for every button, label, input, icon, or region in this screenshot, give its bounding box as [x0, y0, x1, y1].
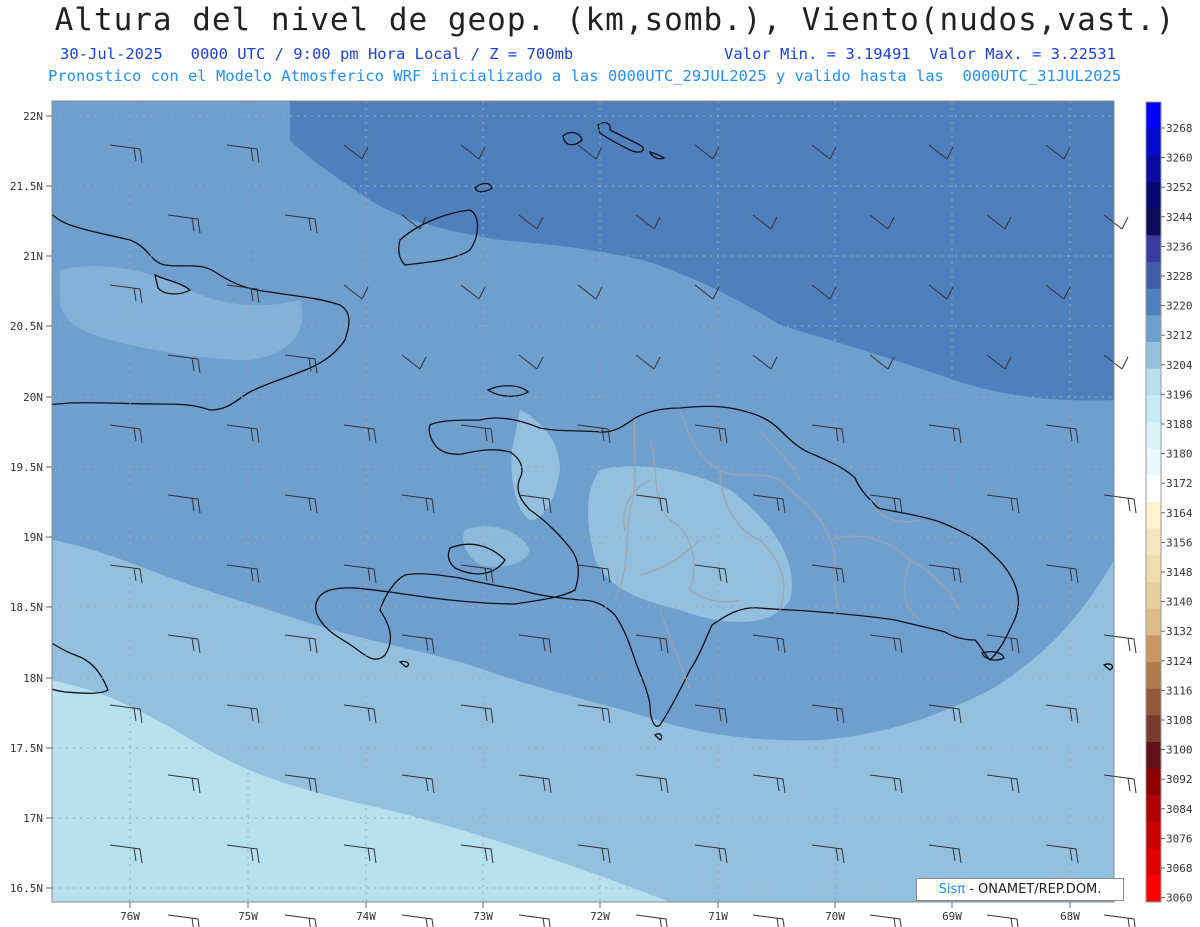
credit-box: Sisπ - ONAMET/REP.DOM. — [916, 878, 1124, 901]
wind-barb — [635, 914, 668, 927]
colorbar-swatch — [1146, 182, 1161, 210]
wind-barb — [1103, 914, 1136, 927]
colorbar-swatch — [1146, 102, 1161, 130]
colorbar-label: 3108 — [1166, 714, 1193, 727]
colorbar-swatch — [1146, 582, 1161, 610]
colorbar-label: 3252 — [1166, 181, 1193, 194]
latitude-labels: 22N 21.5N 21N 20.5N 20N 19.5N 19N 18.5N … — [10, 110, 43, 895]
lat-label: 16.5N — [10, 882, 43, 895]
lat-label: 19N — [23, 531, 43, 544]
colorbar-label: 3068 — [1166, 862, 1193, 875]
colorbar-label: 3156 — [1166, 536, 1193, 549]
colorbar-label: 3212 — [1166, 329, 1193, 342]
wind-barb — [518, 914, 551, 927]
colorbar-swatch — [1146, 528, 1161, 556]
lon-label: 70W — [825, 910, 845, 923]
colorbar-label: 3124 — [1166, 655, 1193, 668]
colorbar-label: 3172 — [1166, 477, 1193, 490]
colorbar-swatch — [1146, 502, 1161, 530]
lon-label: 73W — [473, 910, 493, 923]
colorbar-label: 3116 — [1166, 684, 1193, 697]
lon-label: 75W — [238, 910, 258, 923]
colorbar-swatch — [1146, 315, 1161, 343]
lat-label: 17.5N — [10, 742, 43, 755]
colorbar-label: 3060 — [1166, 892, 1193, 905]
colorbar-label: 3140 — [1166, 596, 1193, 609]
colorbar-swatch — [1146, 422, 1161, 450]
colorbar-swatch — [1146, 448, 1161, 476]
colorbar-swatch — [1146, 128, 1161, 156]
geopotential-field — [52, 101, 1114, 902]
colorbar: 3268 3260 3252 3244 3236 3228 3220 3212 3204 3196… — [1145, 101, 1193, 905]
colorbar-label: 3220 — [1166, 300, 1193, 313]
longitude-labels: 76W 75W 74W 73W 72W 71W 70W 69W 68W — [120, 910, 1080, 923]
colorbar-swatch — [1146, 715, 1161, 743]
colorbar-swatch — [1146, 288, 1161, 316]
lat-label: 21N — [23, 250, 43, 263]
lon-label: 71W — [708, 910, 728, 923]
lon-label: 68W — [1060, 910, 1080, 923]
colorbar-swatch — [1146, 768, 1161, 796]
credit-org: - ONAMET/REP.DOM. — [969, 882, 1102, 897]
lat-label: 17N — [23, 812, 43, 825]
colorbar-label: 3084 — [1166, 803, 1193, 816]
colorbar-swatch — [1146, 662, 1161, 690]
lon-label: 76W — [120, 910, 140, 923]
colorbar-swatch — [1146, 555, 1161, 583]
lat-label: 20N — [23, 391, 43, 404]
wind-barb — [986, 914, 1019, 927]
colorbar-swatch — [1146, 155, 1161, 183]
colorbar-label: 3268 — [1166, 122, 1193, 135]
wind-barb — [869, 914, 902, 927]
colorbar-swatch — [1146, 395, 1161, 423]
colorbar-swatch — [1146, 635, 1161, 663]
colorbar-label: 3132 — [1166, 625, 1193, 638]
colorbar-swatch — [1146, 742, 1161, 770]
colorbar-swatch — [1146, 342, 1161, 370]
colorbar-label: 3148 — [1166, 566, 1193, 579]
lat-label: 18N — [23, 672, 43, 685]
colorbar-label: 3092 — [1166, 773, 1193, 786]
wind-barb — [401, 914, 434, 927]
colorbar-label: 3100 — [1166, 744, 1193, 757]
colorbar-swatch — [1146, 368, 1161, 396]
colorbar-label: 3188 — [1166, 418, 1193, 431]
sis-logo-text: Sisπ — [938, 882, 966, 897]
colorbar-swatch — [1146, 262, 1161, 290]
colorbar-swatch — [1146, 795, 1161, 823]
colorbar-label: 3260 — [1166, 152, 1193, 165]
colorbar-label: 3164 — [1166, 507, 1193, 520]
lon-label: 74W — [356, 910, 376, 923]
colorbar-swatch — [1146, 848, 1161, 876]
colorbar-label: 3228 — [1166, 270, 1193, 283]
wind-barb — [167, 914, 200, 927]
colorbar-swatch — [1146, 608, 1161, 636]
colorbar-label: 3076 — [1166, 832, 1193, 845]
lat-label: 21.5N — [10, 180, 43, 193]
lat-label: 22N — [23, 110, 43, 123]
lon-label: 72W — [590, 910, 610, 923]
lat-label: 18.5N — [10, 601, 43, 614]
colorbar-label: 3180 — [1166, 448, 1193, 461]
wind-barb — [284, 914, 317, 927]
colorbar-swatch — [1146, 235, 1161, 263]
wind-barb — [752, 914, 785, 927]
colorbar-swatch — [1146, 822, 1161, 850]
colorbar-label: 3236 — [1166, 240, 1193, 253]
colorbar-label: 3244 — [1166, 211, 1193, 224]
colorbar-label: 3196 — [1166, 388, 1193, 401]
lon-label: 69W — [942, 910, 962, 923]
colorbar-swatch — [1146, 475, 1161, 503]
colorbar-swatch — [1146, 688, 1161, 716]
lat-label: 20.5N — [10, 320, 43, 333]
colorbar-swatch — [1146, 208, 1161, 236]
colorbar-swatch — [1146, 875, 1161, 903]
colorbar-label: 3204 — [1166, 359, 1193, 372]
lat-label: 19.5N — [10, 461, 43, 474]
forecast-map: 22N 21.5N 21N 20.5N 20N 19.5N 19N 18.5N … — [10, 100, 1193, 927]
